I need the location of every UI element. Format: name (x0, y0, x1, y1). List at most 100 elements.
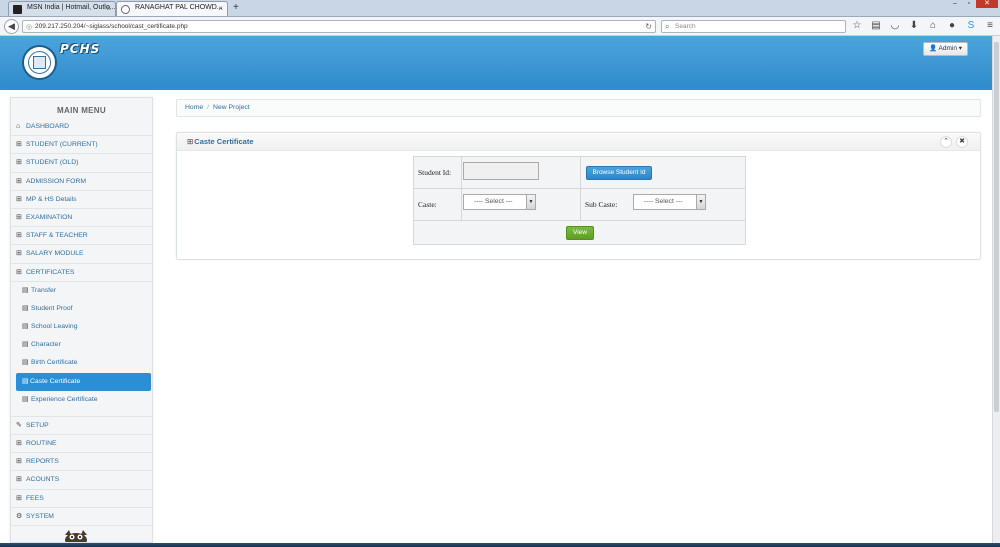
breadcrumb-home-link[interactable]: Home (185, 104, 203, 111)
skype-icon[interactable]: S (965, 20, 977, 32)
caste-label: Caste: (418, 200, 437, 209)
grid-icon: ⊞ (16, 476, 22, 484)
student-id-label: Student Id: (418, 168, 452, 177)
sub-caste-selected-value: ---- Select --- (644, 198, 683, 205)
sidebar-subitem-transfer[interactable]: ▤ Transfer (11, 282, 152, 300)
home-icon: ⌂ (16, 123, 21, 130)
collapse-chevron-up-icon[interactable]: ⌃ (940, 136, 952, 148)
home-icon[interactable]: ⌂ (927, 20, 939, 32)
reload-icon[interactable]: ↻ (645, 21, 652, 32)
cogs-icon: ⚙ (16, 512, 23, 520)
browser-tab-msn[interactable]: MSN India | Hotmail, Outlo... × (8, 1, 116, 16)
search-icon: ⌕ (665, 22, 670, 31)
bookmark-star-icon[interactable]: ☆ (851, 20, 863, 32)
sidebar-item-dashboard[interactable]: ⌂ DASHBOARD (11, 118, 152, 137)
search-bar[interactable]: ⌕ Search (661, 20, 846, 33)
back-button-icon[interactable]: ◀ (4, 19, 19, 34)
list-icon: ▤ (22, 395, 29, 403)
sidebar-subitem-caste-certificate[interactable]: ▤ Caste Certificate (16, 372, 151, 391)
grid-icon: ⊞ (16, 141, 22, 149)
sidebar-item-staff-teacher[interactable]: ⊞ STAFF & TEACHER (11, 227, 152, 246)
admin-label: Admin (938, 45, 957, 52)
new-tab-button[interactable]: + (233, 2, 239, 13)
sub-caste-label: Sub Caste: (585, 200, 618, 209)
download-icon[interactable]: ⬇ (908, 20, 920, 32)
sidebar-subitem-birth-certificate[interactable]: ▤ Birth Certificate (11, 354, 152, 372)
sidebar-subitem-school-leaving[interactable]: ▤ School Leaving (11, 318, 152, 336)
tab-title: RANAGHAT PAL CHOWD... (135, 4, 223, 11)
grid-icon: ⊞ (16, 250, 22, 258)
sidebar-item-system[interactable]: ⚙ SYSTEM (11, 508, 152, 526)
list-icon: ▤ (22, 341, 29, 349)
sidebar-item-setup[interactable]: ✎ SETUP (11, 417, 152, 435)
menu-icon[interactable]: ≡ (984, 20, 996, 32)
grid-icon: ⊞ (16, 494, 22, 502)
sidebar-item-routine[interactable]: ⊞ ROUTINE (11, 435, 152, 454)
breadcrumb: Home / New Project (176, 99, 981, 117)
page-info-icon[interactable]: ◎ (26, 22, 32, 33)
brand-title: PCHS (60, 42, 101, 56)
list-icon: ▤ (22, 359, 29, 367)
wrench-icon: ✎ (16, 421, 22, 429)
breadcrumb-current[interactable]: New Project (213, 104, 250, 111)
maximize-icon[interactable]: ▫ (962, 0, 976, 8)
sidebar-item-salary-module[interactable]: ⊞ SALARY MODULE (11, 245, 152, 264)
sidebar-item-fees[interactable]: ⊞ FEES (11, 490, 152, 508)
grid-icon: ⊞ (16, 440, 22, 447)
admin-dropdown-button[interactable]: 👤 Admin ▾ (923, 42, 968, 56)
sidebar-subitem-student-proof[interactable]: ▤ Student Proof (11, 300, 152, 318)
caret-down-icon: ▾ (958, 45, 963, 52)
list-icon: ▤ (22, 377, 29, 385)
chat-icon[interactable]: ● (946, 20, 958, 32)
clipboard-icon[interactable]: ▤ (870, 20, 882, 32)
grid-icon: ⊞ (16, 195, 22, 203)
sidebar-subitem-experience-certificate[interactable]: ▤ Experience Certificate (11, 391, 152, 417)
dropdown-arrow-icon[interactable]: ▼ (526, 195, 535, 209)
caste-certificate-panel: ⊞Caste Certificate ⌃ ✖ Student Id: Brows… (176, 132, 981, 260)
browse-student-id-button[interactable]: Browse Student Id (586, 166, 652, 180)
search-placeholder: Search (675, 23, 696, 30)
browser-nav-bar: ◀ ◎ 209.217.250.204/~siglass/school/cast… (0, 17, 1000, 36)
sidebar-item-examination[interactable]: ⊞ EXAMINATION (11, 209, 152, 228)
window-close-icon[interactable]: ✕ (976, 0, 998, 8)
minimize-icon[interactable]: – (948, 0, 962, 8)
school-logo (22, 45, 57, 80)
list-icon: ▤ (22, 323, 29, 331)
dropdown-arrow-icon[interactable]: ▼ (696, 195, 705, 209)
url-bar[interactable]: ◎ 209.217.250.204/~siglass/school/cast_c… (22, 20, 656, 33)
student-id-input[interactable] (463, 162, 539, 180)
sidebar-item-acounts[interactable]: ⊞ ACOUNTS (11, 471, 152, 490)
form-row-student-id: Student Id: Browse Student Id (414, 157, 745, 189)
form-row-actions: View (414, 221, 745, 244)
sidebar-item-mp-hs-details[interactable]: ⊞ MP & HS Details (11, 191, 152, 209)
panel-header: ⊞Caste Certificate ⌃ ✖ (177, 133, 980, 151)
tab-close-icon[interactable]: × (106, 4, 111, 13)
browser-tab-ranaghat[interactable]: RANAGHAT PAL CHOWD... × (116, 1, 228, 16)
tab-close-icon[interactable]: × (218, 4, 223, 13)
view-button[interactable]: View (566, 226, 594, 240)
grid-icon: ⊞ (16, 268, 22, 276)
sidebar: MAIN MENU ⌂ DASHBOARD ⊞ STUDENT (CURRENT) … (10, 97, 153, 543)
sidebar-item-student-current[interactable]: ⊞ STUDENT (CURRENT) (11, 136, 152, 155)
sidebar-item-reports[interactable]: ⊞ REPORTS (11, 453, 152, 472)
browser-tab-bar: MSN India | Hotmail, Outlo... × RANAGHAT… (0, 0, 1000, 17)
form-row-caste: Caste: Sub Caste: ---- Select --- ▼ ----… (414, 189, 745, 221)
sidebar-item-admission-form[interactable]: ⊞ ADMISSION FORM (11, 173, 152, 191)
user-icon: 👤 (928, 45, 938, 52)
app-header: PCHS 👤 Admin ▾ (0, 36, 992, 90)
sidebar-item-certificates[interactable]: ⊞ CERTIFICATES (11, 264, 152, 282)
browser-toolbar-icons: ☆ ▤ ◡ ⬇ ⌂ ● S ≡ (851, 20, 996, 32)
list-icon: ▤ (22, 286, 29, 294)
grid-icon: ⊞ (16, 458, 22, 466)
sub-caste-select[interactable]: ---- Select --- ▼ (633, 194, 706, 210)
sidebar-subitem-character[interactable]: ▤ Character (11, 336, 152, 354)
panel-close-icon[interactable]: ✖ (956, 136, 968, 148)
page-scrollbar[interactable] (992, 36, 1000, 543)
grid-icon: ⊞ (16, 213, 22, 221)
pocket-icon[interactable]: ◡ (889, 20, 901, 32)
breadcrumb-separator: / (207, 104, 210, 111)
caste-select[interactable]: ---- Select --- ▼ (463, 194, 536, 210)
caste-selected-value: ---- Select --- (474, 198, 513, 205)
scrollbar-thumb[interactable] (994, 42, 999, 412)
sidebar-item-student-old[interactable]: ⊞ STUDENT (OLD) (11, 154, 152, 173)
